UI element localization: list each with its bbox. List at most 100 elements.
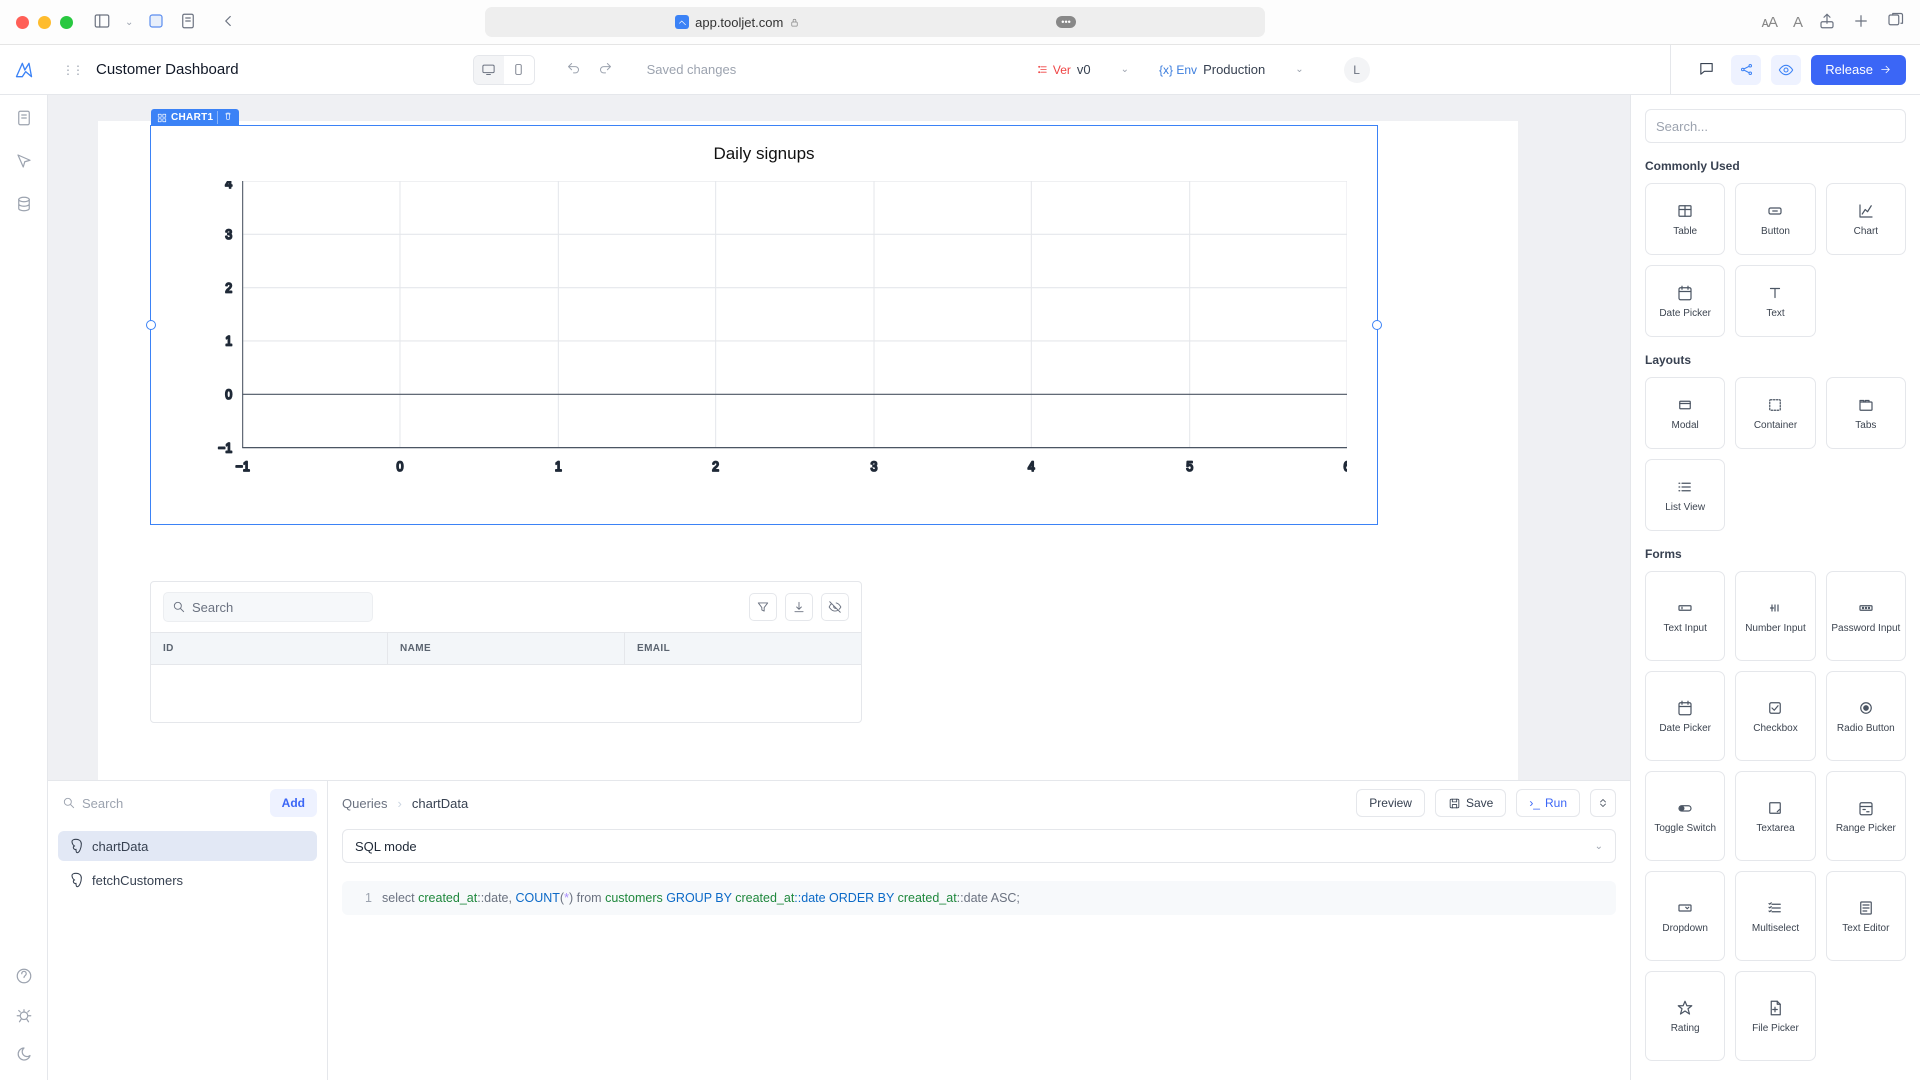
pages-icon[interactable] <box>15 109 33 130</box>
query-item-chartdata[interactable]: chartData <box>58 831 317 861</box>
preview-button[interactable] <box>1771 55 1801 85</box>
svg-text:0: 0 <box>225 386 232 402</box>
minimize-window[interactable] <box>38 16 51 29</box>
url-text: app.tooljet.com <box>695 15 783 30</box>
env-selector[interactable]: {x} Env Production ⌄ <box>1159 62 1304 77</box>
palette-texteditor[interactable]: Text Editor <box>1826 871 1906 961</box>
svg-text:3: 3 <box>871 458 878 474</box>
chevron-down-icon: ⌄ <box>1121 64 1129 75</box>
sidebar-toggle-icon[interactable] <box>93 12 111 33</box>
list-icon <box>1676 478 1694 496</box>
palette-button[interactable]: Button <box>1735 183 1815 255</box>
mobile-view-button[interactable] <box>504 56 534 84</box>
close-window[interactable] <box>16 16 29 29</box>
run-query-button[interactable]: ›_ Run <box>1516 789 1580 817</box>
sql-editor[interactable]: 1 select created_at::date, COUNT(*) from… <box>342 881 1616 915</box>
version-selector[interactable]: Ver v0 ⌄ <box>1037 62 1129 77</box>
drag-handle-icon[interactable]: ⋮⋮ <box>62 63 82 77</box>
palette-multiselect[interactable]: Multiselect <box>1735 871 1815 961</box>
query-search-input[interactable]: Search <box>62 796 270 811</box>
inspector-icon[interactable] <box>15 152 33 173</box>
palette-table[interactable]: Table <box>1645 183 1725 255</box>
palette-toggle[interactable]: Toggle Switch <box>1645 771 1725 861</box>
palette-passwordinput[interactable]: Password Input <box>1826 571 1906 661</box>
text-size-small[interactable]: ᴀA <box>1762 14 1777 31</box>
palette-container[interactable]: Container <box>1735 377 1815 449</box>
more-icon[interactable]: ••• <box>1056 16 1075 28</box>
breadcrumb-root[interactable]: Queries <box>342 796 388 811</box>
palette-radio[interactable]: Radio Button <box>1826 671 1906 761</box>
add-query-button[interactable]: Add <box>270 789 317 817</box>
comments-button[interactable] <box>1691 55 1721 85</box>
collapse-panel-button[interactable] <box>1590 789 1616 817</box>
theme-icon[interactable] <box>15 1045 33 1066</box>
palette-numberinput[interactable]: Number Input <box>1735 571 1815 661</box>
table-col-id[interactable]: ID <box>151 633 388 664</box>
palette-datepicker[interactable]: Date Picker <box>1645 265 1725 337</box>
palette-search-input[interactable]: Search... <box>1645 109 1906 143</box>
save-query-button[interactable]: Save <box>1435 789 1506 817</box>
palette-checkbox[interactable]: Checkbox <box>1735 671 1815 761</box>
tabs-icon[interactable] <box>1886 12 1904 33</box>
download-button[interactable] <box>785 593 813 621</box>
star-icon <box>1676 999 1694 1017</box>
table-col-email[interactable]: EMAIL <box>625 633 861 664</box>
palette-listview[interactable]: List View <box>1645 459 1725 531</box>
table-col-name[interactable]: NAME <box>388 633 625 664</box>
checkbox-icon <box>1766 699 1784 717</box>
maximize-window[interactable] <box>60 16 73 29</box>
notes-icon[interactable] <box>179 12 197 33</box>
textinput-icon <box>1676 599 1694 617</box>
search-icon <box>172 600 186 614</box>
multiselect-icon <box>1766 899 1784 917</box>
datasource-icon[interactable] <box>15 195 33 216</box>
undo-button[interactable] <box>561 57 587 83</box>
query-mode-select[interactable]: SQL mode ⌄ <box>342 829 1616 863</box>
text-size-large[interactable]: A <box>1793 14 1802 31</box>
url-bar[interactable]: app.tooljet.com ••• <box>485 7 1265 37</box>
palette-range[interactable]: Range Picker <box>1826 771 1906 861</box>
hide-columns-button[interactable] <box>821 593 849 621</box>
palette-textinput[interactable]: Text Input <box>1645 571 1725 661</box>
preview-query-button[interactable]: Preview <box>1356 789 1425 817</box>
table-component[interactable]: Search ID NAME EMAIL <box>150 581 862 723</box>
palette-modal[interactable]: Modal <box>1645 377 1725 449</box>
palette-filepicker[interactable]: File Picker <box>1735 971 1815 1061</box>
user-avatar[interactable]: L <box>1344 57 1370 83</box>
app-toolbar: ⋮⋮ Customer Dashboard Saved changes Ver … <box>0 45 1920 95</box>
chart-component[interactable]: CHART1 Daily signups <box>150 125 1378 525</box>
chevron-down-icon: ⌄ <box>1295 64 1303 75</box>
back-icon[interactable] <box>219 12 237 33</box>
chevron-down-icon[interactable]: ⌄ <box>125 17 133 28</box>
help-icon[interactable] <box>15 967 33 988</box>
palette-datepicker2[interactable]: Date Picker <box>1645 671 1725 761</box>
table-body <box>151 664 861 722</box>
release-button[interactable]: Release <box>1811 55 1906 85</box>
debug-icon[interactable] <box>15 1006 33 1027</box>
svg-text:2: 2 <box>712 458 719 474</box>
palette-chart[interactable]: Chart <box>1826 183 1906 255</box>
query-item-fetchcustomers[interactable]: fetchCustomers <box>58 865 317 895</box>
palette-dropdown[interactable]: Dropdown <box>1645 871 1725 961</box>
left-rail <box>0 95 48 1080</box>
new-tab-icon[interactable] <box>1852 12 1870 33</box>
section-forms: Forms <box>1645 547 1906 561</box>
share-button[interactable] <box>1731 55 1761 85</box>
desktop-view-button[interactable] <box>474 56 504 84</box>
filter-button[interactable] <box>749 593 777 621</box>
redo-button[interactable] <box>593 57 619 83</box>
calendar-icon <box>1676 284 1694 302</box>
delete-icon[interactable] <box>217 111 233 124</box>
line-number: 1 <box>354 891 372 905</box>
section-common: Commonly Used <box>1645 159 1906 173</box>
app-logo[interactable] <box>0 60 48 80</box>
palette-text[interactable]: Text <box>1735 265 1815 337</box>
table-search-input[interactable]: Search <box>163 592 373 622</box>
svg-text:1: 1 <box>225 333 232 349</box>
shield-icon[interactable] <box>147 12 165 33</box>
palette-textarea[interactable]: Textarea <box>1735 771 1815 861</box>
share-icon[interactable] <box>1818 12 1836 33</box>
canvas[interactable]: CHART1 Daily signups <box>98 121 1518 780</box>
palette-tabs[interactable]: Tabs <box>1826 377 1906 449</box>
palette-rating[interactable]: Rating <box>1645 971 1725 1061</box>
